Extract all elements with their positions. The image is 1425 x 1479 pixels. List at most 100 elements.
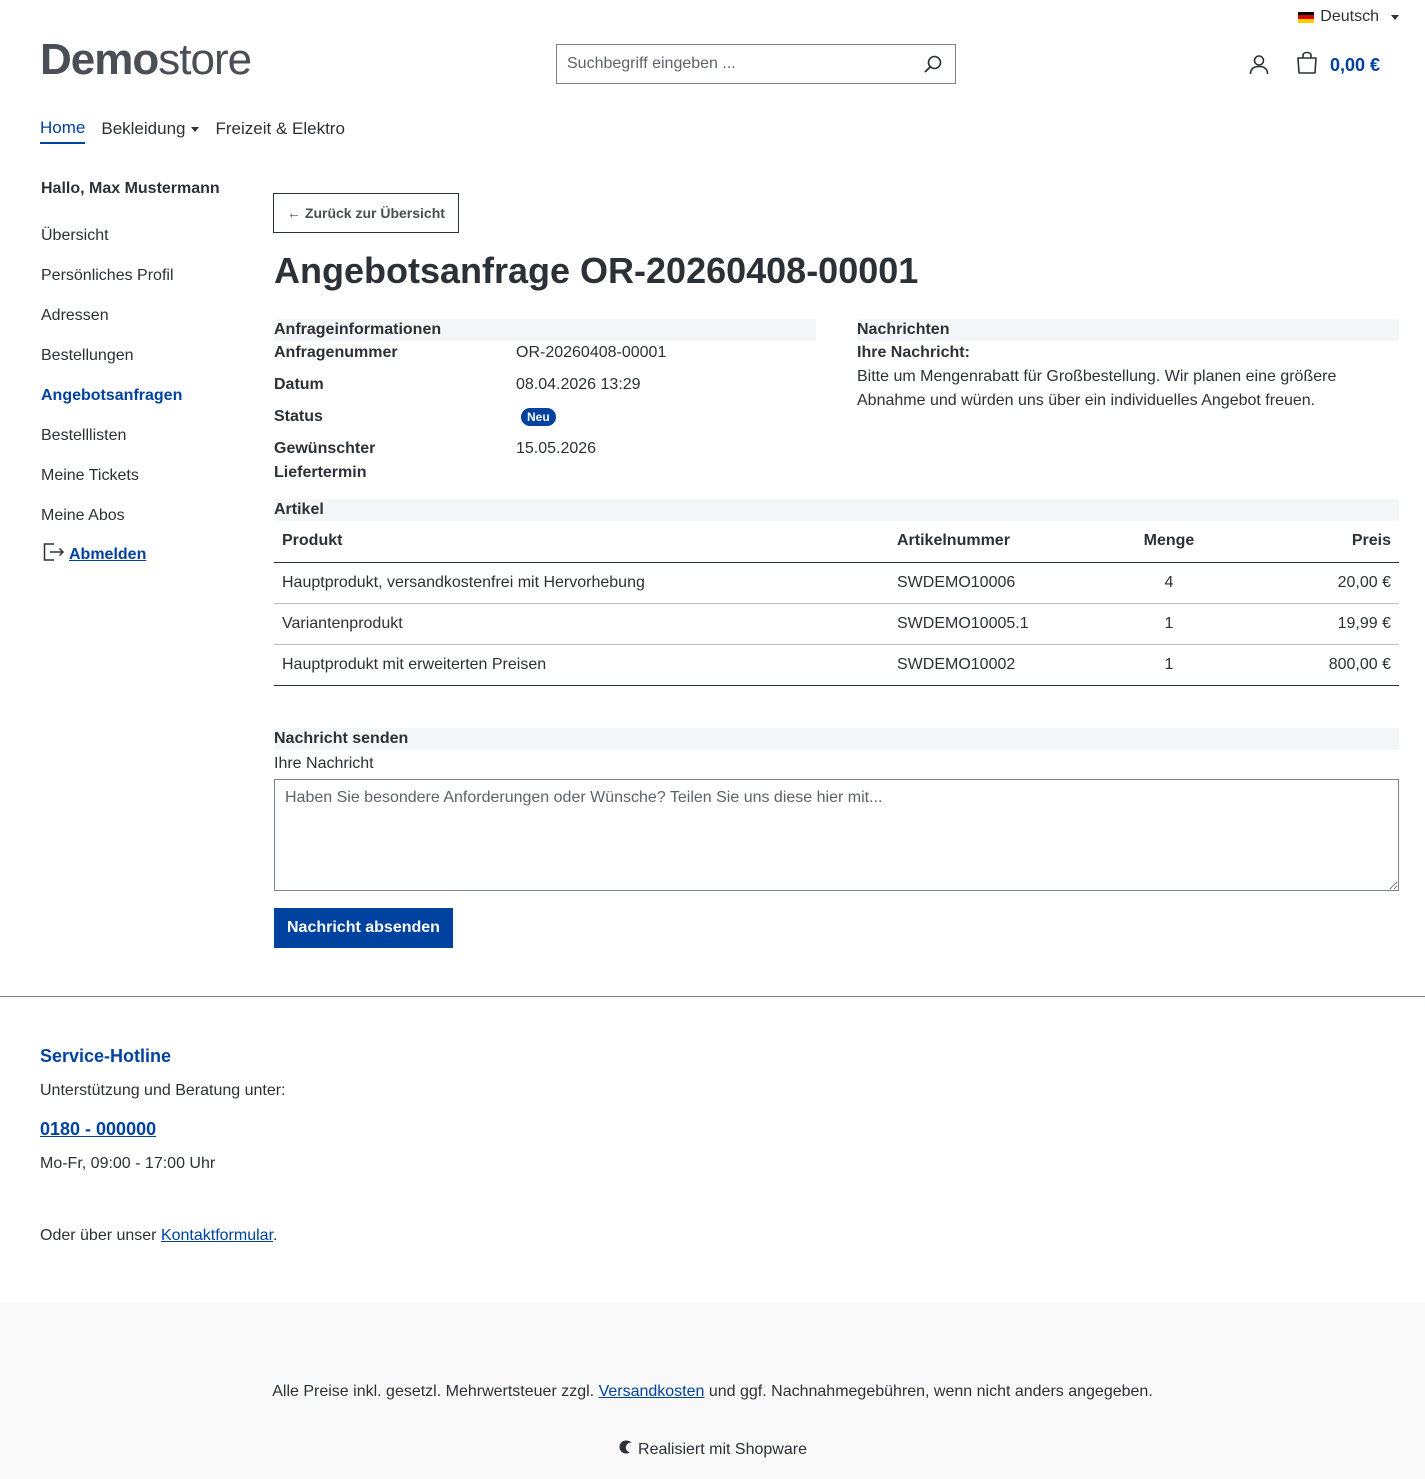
footer-service: Service-Hotline Unterstützung und Beratu… — [40, 1046, 286, 1248]
nav-item-bekleidung[interactable]: Bekleidung — [101, 118, 200, 144]
contact-suffix: . — [273, 1227, 278, 1244]
contact-text: Oder über unser Kontaktformular. — [40, 1224, 286, 1248]
search-box — [556, 44, 956, 84]
sidebar-item-overview[interactable]: Übersicht — [41, 226, 241, 266]
info-grid: Anfrageinformationen Anfragenummer OR-20… — [274, 319, 1399, 485]
articles-section: Artikel Produkt Artikelnummer Menge Prei… — [274, 499, 1399, 686]
articles-table: Produkt Artikelnummer Menge Preis Hauptp… — [274, 521, 1399, 686]
send-message-section: Nachricht senden Ihre Nachricht Nachrich… — [274, 727, 1399, 948]
sidebar-item-quote-requests[interactable]: Angebotsanfragen — [41, 386, 241, 426]
powered-by[interactable]: Realisiert mit Shopware — [0, 1439, 1425, 1460]
chevron-down-icon — [191, 126, 200, 132]
search-input[interactable] — [557, 45, 911, 83]
hotline-subtitle: Unterstützung und Beratung unter: — [40, 1082, 286, 1099]
request-info: Anfrageinformationen Anfragenummer OR-20… — [274, 319, 816, 485]
product-number: SWDEMO10006 — [889, 562, 1099, 604]
request-info-heading: Anfrageinformationen — [274, 319, 816, 341]
table-row: Variantenprodukt SWDEMO10005.1 1 19,99 € — [274, 603, 1399, 645]
footer-bottom: Alle Preise inkl. gesetzl. Mehrwertsteue… — [0, 1303, 1425, 1479]
message-textarea[interactable] — [274, 778, 1399, 891]
message-text: Bitte um Mengenrabatt für Großbestellung… — [857, 368, 1337, 409]
sidebar-item-tickets[interactable]: Meine Tickets — [41, 466, 241, 506]
delivery-date-label: Gewünschter Liefertermin — [274, 440, 376, 481]
date-label: Datum — [274, 376, 324, 393]
status-label: Status — [274, 408, 323, 425]
product-qty: 1 — [1099, 603, 1239, 645]
product-price: 19,99 € — [1239, 603, 1399, 645]
request-number: OR-20260408-00001 — [516, 344, 667, 361]
product-number: SWDEMO10005.1 — [889, 603, 1099, 645]
page-title: Angebotsanfrage OR-20260408-00001 — [274, 250, 919, 291]
table-row: Hauptprodukt, versandkostenfrei mit Herv… — [274, 562, 1399, 604]
status-badge: Neu — [521, 408, 556, 426]
search-icon[interactable] — [911, 45, 955, 83]
vat-notice: Alle Preise inkl. gesetzl. Mehrwertsteue… — [0, 1383, 1425, 1401]
sidebar-item-profile[interactable]: Persönliches Profil — [41, 266, 241, 306]
logo[interactable]: Demostore — [40, 35, 252, 84]
delivery-date-value: 15.05.2026 — [516, 440, 597, 457]
request-number-label: Anfragenummer — [274, 344, 398, 361]
product-name: Variantenprodukt — [274, 603, 889, 645]
info-row: Status Neu — [274, 405, 816, 437]
product-price: 20,00 € — [1239, 562, 1399, 604]
column-header-qty: Menge — [1099, 521, 1239, 563]
product-price: 800,00 € — [1239, 644, 1399, 686]
cart-icon — [1294, 50, 1320, 81]
column-header-number: Artikelnummer — [889, 521, 1099, 563]
logout-row: Abmelden — [41, 540, 241, 569]
shipping-costs-link[interactable]: Versandkosten — [599, 1383, 705, 1400]
info-row: Gewünschter Liefertermin 15.05.2026 — [274, 437, 816, 485]
nav-item-label: Bekleidung — [101, 119, 186, 138]
hotline-hours: Mo-Fr, 09:00 - 17:00 Uhr — [40, 1155, 216, 1172]
send-message-heading: Nachricht senden — [274, 727, 1399, 750]
back-to-overview-button[interactable]: ← Zurück zur Übersicht — [273, 193, 459, 233]
german-flag-icon — [1298, 11, 1315, 23]
info-row: Anfragenummer OR-20260408-00001 — [274, 341, 816, 373]
shopware-logo-icon — [618, 1439, 634, 1460]
sidebar-item-order-lists[interactable]: Bestelllisten — [41, 426, 241, 466]
articles-heading: Artikel — [274, 499, 1399, 521]
footer-divider — [0, 996, 1425, 997]
language-label: Deutsch — [1320, 8, 1379, 25]
product-qty: 4 — [1099, 562, 1239, 604]
product-name: Hauptprodukt, versandkostenfrei mit Herv… — [274, 562, 889, 604]
logo-bold: Demo — [40, 35, 159, 84]
table-header-row: Produkt Artikelnummer Menge Preis — [274, 521, 1399, 563]
product-name: Hauptprodukt mit erweiterten Preisen — [274, 644, 889, 686]
date-value: 08.04.2026 13:29 — [516, 376, 641, 393]
logo-light: store — [158, 35, 252, 84]
cart-total: 0,00 € — [1330, 55, 1381, 75]
messages-heading: Nachrichten — [857, 319, 1399, 341]
quote-request-detail: ← Zurück zur Übersicht Angebotsanfrage O… — [273, 193, 1399, 948]
powered-by-text: Realisiert mit Shopware — [638, 1440, 807, 1458]
product-number: SWDEMO10002 — [889, 644, 1099, 686]
info-row: Datum 08.04.2026 13:29 — [274, 373, 816, 405]
hotline-phone-link[interactable]: 0180 - 000000 — [40, 1119, 286, 1140]
vat-prefix: Alle Preise inkl. gesetzl. Mehrwertsteue… — [272, 1383, 599, 1400]
chevron-down-icon — [1391, 14, 1399, 20]
sidebar-item-orders[interactable]: Bestellungen — [41, 346, 241, 386]
account-icon[interactable] — [1247, 53, 1271, 77]
product-qty: 1 — [1099, 644, 1239, 686]
column-header-price: Preis — [1239, 521, 1399, 563]
cart-button[interactable]: 0,00 € — [1294, 50, 1380, 81]
messages: Nachrichten Ihre Nachricht: Bitte um Men… — [857, 319, 1399, 485]
sidebar-item-addresses[interactable]: Adressen — [41, 306, 241, 346]
language-switcher[interactable]: Deutsch — [1298, 6, 1399, 28]
column-header-product: Produkt — [274, 521, 889, 563]
message-label: Ihre Nachricht: — [857, 344, 970, 361]
contact-form-link[interactable]: Kontaktformular — [161, 1227, 273, 1244]
message-field-label: Ihre Nachricht — [274, 754, 374, 772]
logout-icon — [41, 540, 65, 569]
table-row: Hauptprodukt mit erweiterten Preisen SWD… — [274, 644, 1399, 686]
nav-item-freizeit-elektro[interactable]: Freizeit & Elektro — [215, 118, 344, 144]
account-sidebar: Hallo, Max Mustermann Übersicht Persönli… — [41, 180, 241, 569]
hotline-title: Service-Hotline — [40, 1046, 172, 1066]
vat-suffix: und ggf. Nachnahmegebühren, wenn nicht a… — [704, 1383, 1153, 1400]
logout-link[interactable]: Abmelden — [69, 546, 146, 564]
main-navigation: Home Bekleidung Freizeit & Elektro — [40, 118, 345, 144]
contact-prefix: Oder über unser — [40, 1227, 161, 1244]
send-message-button[interactable]: Nachricht absenden — [274, 907, 453, 948]
account-greeting: Hallo, Max Mustermann — [41, 180, 220, 197]
nav-item-home[interactable]: Home — [40, 118, 86, 144]
